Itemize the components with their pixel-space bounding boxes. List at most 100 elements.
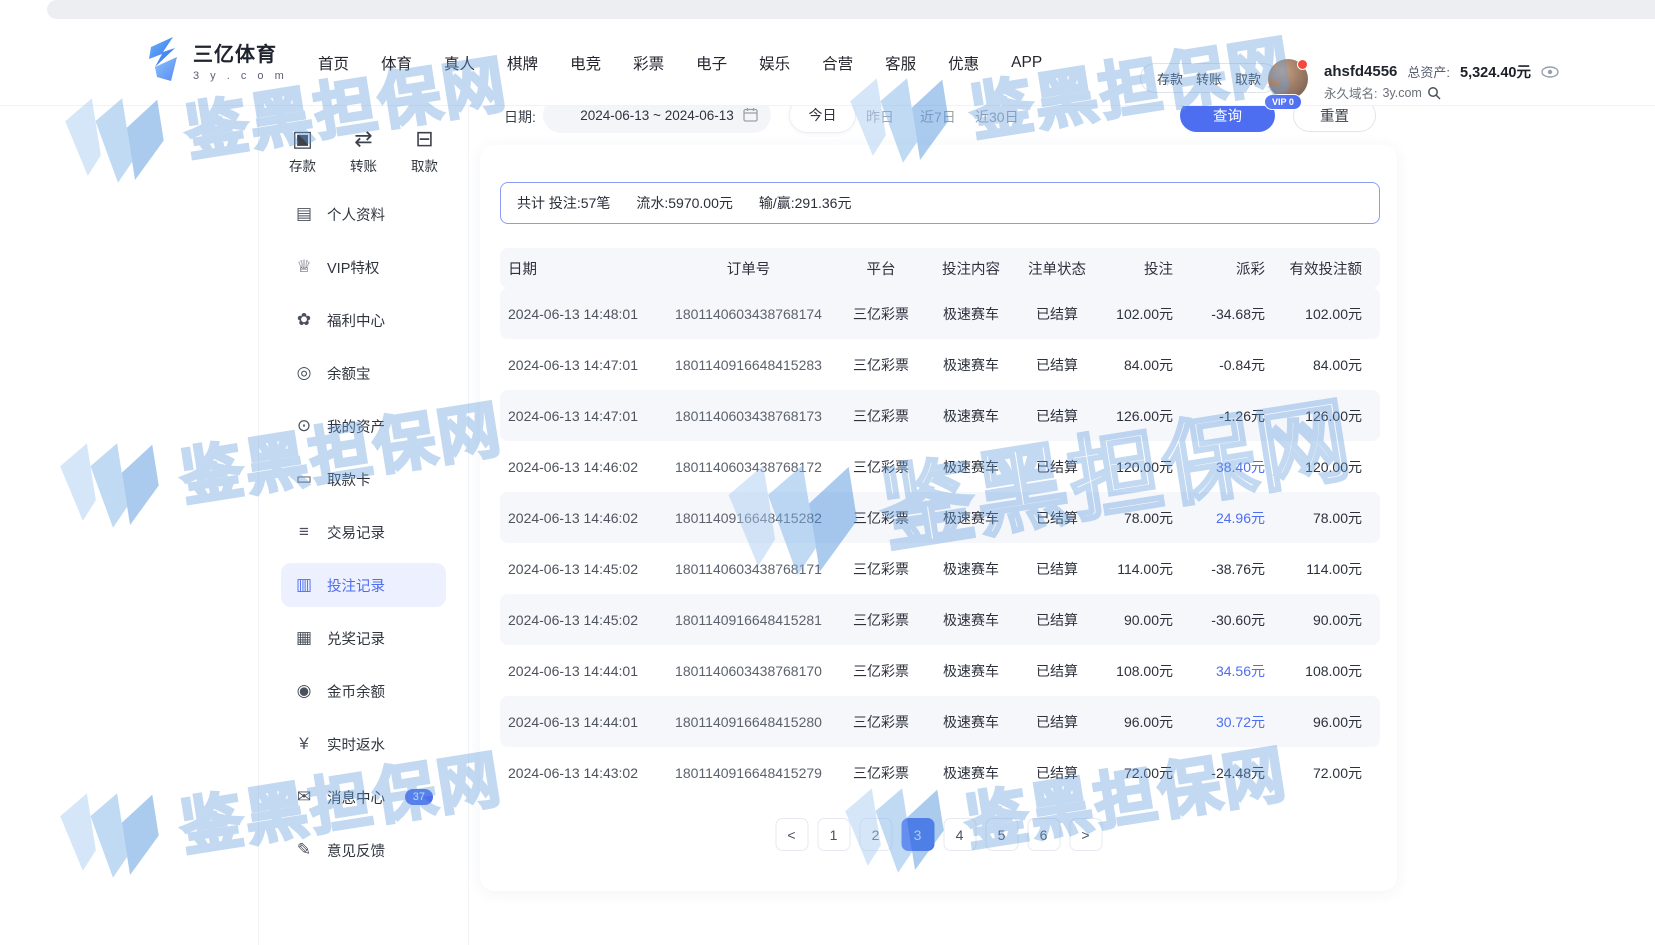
quick-action-label: 存款: [289, 155, 316, 175]
wallet-action[interactable]: 取款: [1235, 69, 1261, 88]
logo-title: 三亿体育: [193, 38, 288, 67]
sidebar-item[interactable]: ▥ 投注记录: [281, 563, 446, 607]
nav-item[interactable]: APP: [1011, 54, 1042, 72]
col-order: 订单号: [668, 258, 829, 279]
sidebar-item[interactable]: ≡ 交易记录: [281, 510, 446, 554]
sidebar-item[interactable]: ◉ 金币余额: [281, 669, 446, 713]
cell-date: 2024-06-13 14:46:02: [500, 510, 668, 526]
deposit-icon: ▣: [292, 128, 313, 150]
cell-platform: 三亿彩票: [829, 508, 933, 528]
nav-item[interactable]: 客服: [885, 52, 916, 74]
nav-item[interactable]: 娱乐: [759, 52, 790, 74]
sidebar-item-label: 取款卡: [327, 469, 371, 490]
nav-item[interactable]: 彩票: [633, 52, 664, 74]
wallet-actions-pill: 存款转账取款: [1140, 63, 1278, 93]
vip-badge: VIP 0: [1264, 94, 1302, 110]
cell-status: 已结算: [1009, 763, 1105, 783]
sidebar-item[interactable]: ◎ 余额宝: [281, 351, 446, 395]
crown-icon: ♕: [294, 257, 314, 277]
table-body: 2024-06-13 14:48:01 1801140603438768174 …: [500, 288, 1380, 798]
nav-item[interactable]: 棋牌: [507, 52, 538, 74]
sidebar-item[interactable]: ✎ 意见反馈: [281, 828, 446, 872]
cell-order: 1801140603438768170: [668, 663, 829, 679]
nav-item[interactable]: 优惠: [948, 52, 979, 74]
sidebar-item[interactable]: ✿ 福利中心: [281, 298, 446, 342]
site-logo[interactable]: 三亿体育 3 y . c o m: [143, 35, 288, 83]
search-icon[interactable]: [1427, 86, 1441, 100]
nav-item[interactable]: 电子: [696, 52, 727, 74]
page-button[interactable]: 1: [817, 818, 850, 851]
cell-bet: 102.00元: [1105, 304, 1173, 324]
nav-item[interactable]: 首页: [318, 52, 349, 74]
sidebar-quick-action[interactable]: ⊟ 取款: [411, 128, 438, 175]
sidebar-item[interactable]: ▦ 兑奖记录: [281, 616, 446, 660]
avatar[interactable]: [1268, 59, 1308, 99]
browser-strip: [47, 0, 1655, 19]
transfer-icon: ⇄: [354, 128, 372, 150]
cell-date: 2024-06-13 14:44:01: [500, 714, 668, 730]
prev-page-button[interactable]: <: [775, 818, 808, 851]
cell-order: 1801140916648415282: [668, 510, 829, 526]
cell-order: 1801140916648415281: [668, 612, 829, 628]
gift-icon: ✿: [294, 310, 314, 330]
transactions-icon: ≡: [294, 522, 314, 542]
page-button[interactable]: 4: [943, 818, 976, 851]
sidebar-item[interactable]: ⊙ 我的资产: [281, 404, 446, 448]
sidebar-quick-actions: ▣ 存款 ⇄ 转账 ⊟ 取款: [259, 128, 468, 175]
cell-payout: 34.56元: [1173, 661, 1265, 681]
quick-filter-link[interactable]: 近30日: [975, 107, 1019, 127]
summary-bar: 共计 投注:57笔 流水:5970.00元 输/赢:291.36元: [500, 182, 1380, 224]
cell-payout: -38.76元: [1173, 559, 1265, 579]
cell-order: 1801140603438768172: [668, 459, 829, 475]
sidebar-item[interactable]: ✉ 消息中心 37: [281, 775, 446, 819]
cell-platform: 三亿彩票: [829, 763, 933, 783]
wallet-action[interactable]: 存款: [1157, 69, 1183, 88]
cell-valid: 78.00元: [1265, 508, 1380, 528]
domain-line: 永久域名: 3y.com: [1324, 83, 1441, 102]
col-platform: 平台: [829, 258, 933, 279]
cell-content: 极速赛车: [933, 610, 1009, 630]
sidebar-item[interactable]: ¥ 实时返水: [281, 722, 446, 766]
sidebar-item[interactable]: ♕ VIP特权: [281, 245, 446, 289]
quick-action-label: 转账: [350, 155, 377, 175]
next-page-button[interactable]: >: [1069, 818, 1102, 851]
watermark-logo-icon: [44, 768, 176, 900]
nav-item[interactable]: 合营: [822, 52, 853, 74]
summary-total: 共计 投注:57笔: [517, 193, 610, 213]
cell-date: 2024-06-13 14:47:01: [500, 408, 668, 424]
nav-item[interactable]: 电竞: [570, 52, 601, 74]
cell-status: 已结算: [1009, 355, 1105, 375]
eye-icon[interactable]: [1541, 66, 1559, 78]
sidebar-item-label: 交易记录: [327, 522, 385, 543]
col-status: 注单状态: [1009, 258, 1105, 279]
page-button[interactable]: 5: [985, 818, 1018, 851]
username: ahsfd4556: [1324, 63, 1397, 80]
quick-filter-link[interactable]: 近7日: [920, 107, 956, 127]
nav-item[interactable]: 真人: [444, 52, 475, 74]
col-content: 投注内容: [933, 258, 1009, 279]
calendar-icon[interactable]: [743, 107, 758, 122]
watermark-logo-icon: [44, 418, 176, 550]
cell-bet: 114.00元: [1105, 559, 1173, 579]
domain-label: 永久域名:: [1324, 83, 1377, 102]
page-button[interactable]: 3: [901, 818, 934, 851]
sidebar-item[interactable]: ▭ 取款卡: [281, 457, 446, 501]
cell-valid: 114.00元: [1265, 559, 1380, 579]
page-button[interactable]: 2: [859, 818, 892, 851]
cell-valid: 72.00元: [1265, 763, 1380, 783]
sidebar-quick-action[interactable]: ▣ 存款: [289, 128, 316, 175]
sidebar-item-label: 意见反馈: [327, 840, 385, 861]
sidebar-quick-action[interactable]: ⇄ 转账: [350, 128, 377, 175]
rebate-icon: ¥: [294, 734, 314, 754]
col-bet: 投注: [1105, 258, 1173, 279]
quick-filter-link[interactable]: 昨日: [866, 107, 894, 127]
table-row: 2024-06-13 14:44:01 1801140916648415280 …: [500, 696, 1380, 747]
cell-platform: 三亿彩票: [829, 610, 933, 630]
nav-item[interactable]: 体育: [381, 52, 412, 74]
sidebar-item[interactable]: ▤ 个人资料: [281, 192, 446, 236]
page-button[interactable]: 6: [1027, 818, 1060, 851]
wallet-action[interactable]: 转账: [1196, 69, 1222, 88]
assets-label: 总资产:: [1407, 62, 1450, 81]
bet-records-icon: ▥: [294, 575, 314, 595]
bet-records-card: 共计 投注:57笔 流水:5970.00元 输/赢:291.36元 日期 订单号…: [480, 145, 1397, 891]
